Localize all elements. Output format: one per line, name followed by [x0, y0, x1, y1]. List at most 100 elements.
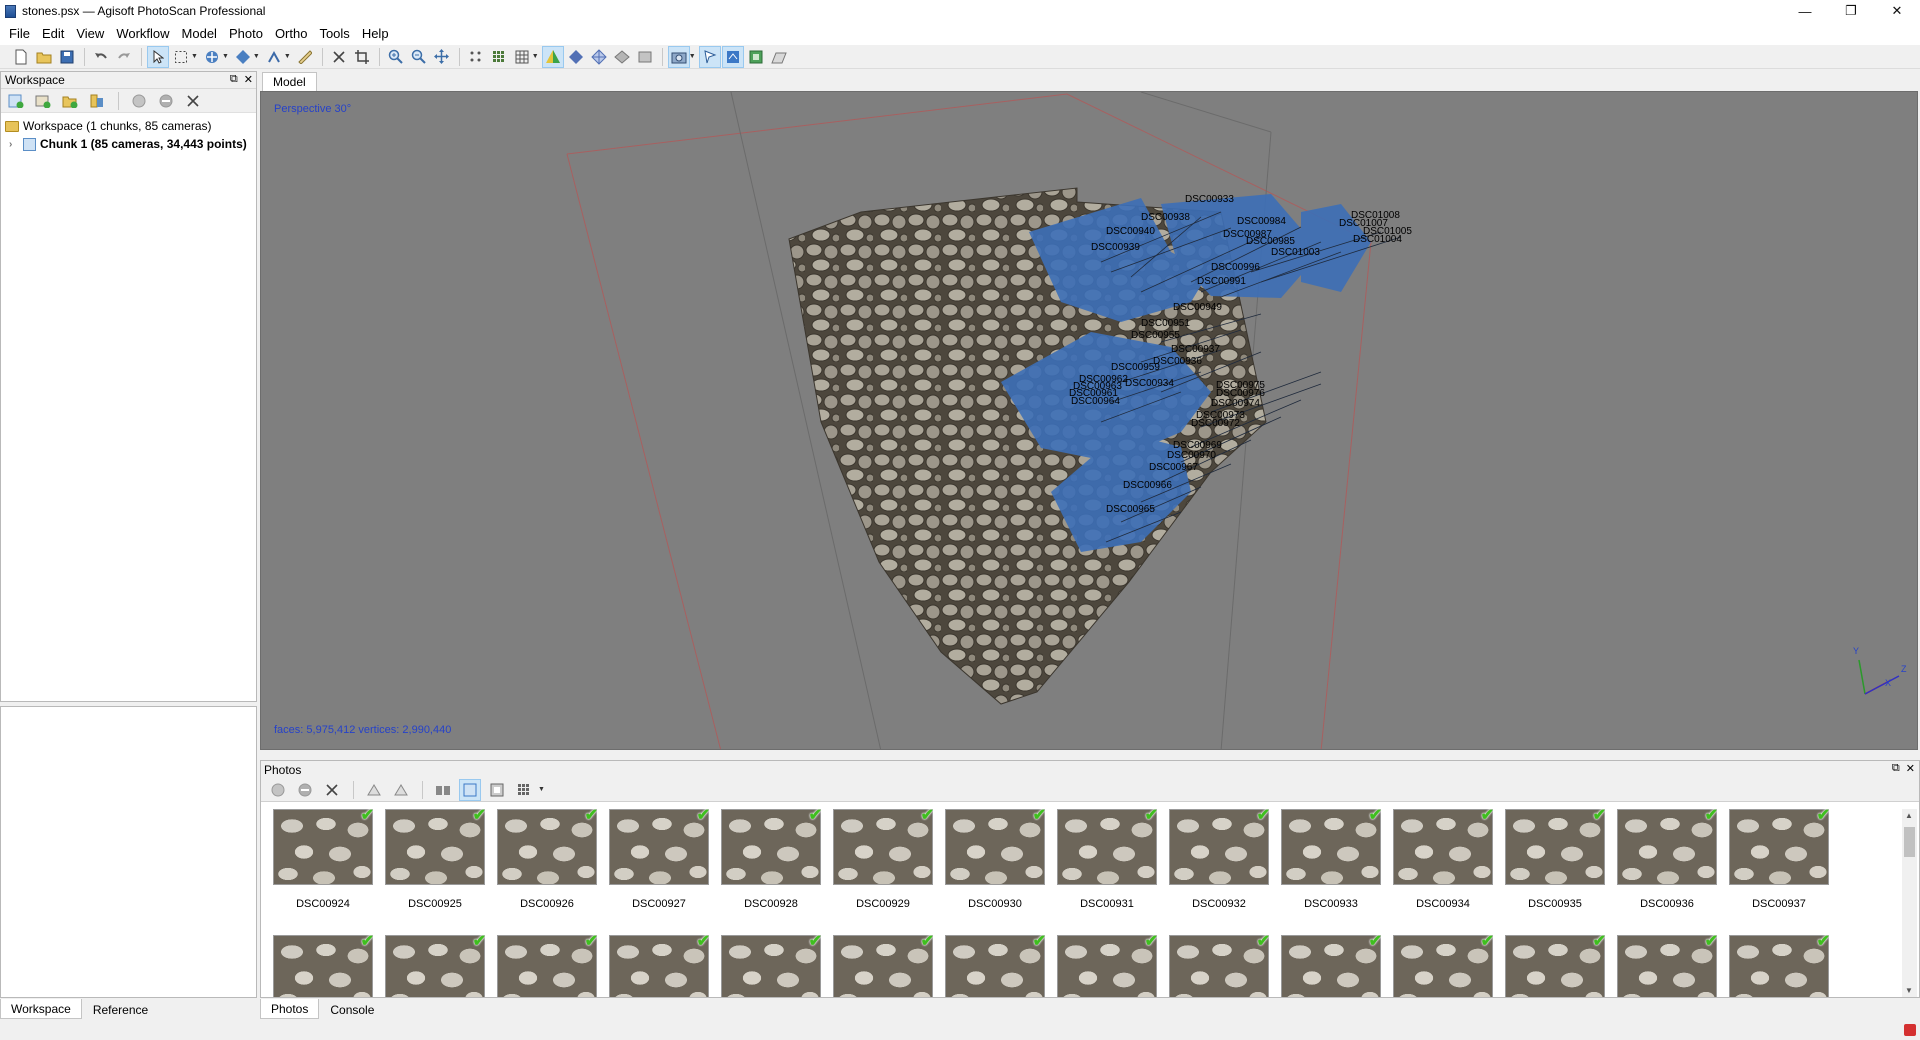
- menu-workflow[interactable]: Workflow: [110, 22, 175, 45]
- chevron-down-icon[interactable]: ▼: [532, 53, 539, 60]
- menu-edit[interactable]: Edit: [36, 22, 70, 45]
- photo-thumbnail[interactable]: ✔: [1393, 933, 1494, 997]
- photo-thumbnail[interactable]: ✔: [1729, 933, 1830, 997]
- chevron-right-icon[interactable]: ›: [9, 139, 19, 150]
- photo-thumbnail[interactable]: ✔ DSC00937: [1729, 809, 1830, 910]
- navigation-cursor-icon[interactable]: [147, 45, 169, 68]
- show-grid-icon[interactable]: [768, 46, 790, 68]
- menu-ortho[interactable]: Ortho: [269, 22, 314, 45]
- view-mode-icon[interactable]: [513, 779, 535, 801]
- close-panel-icon[interactable]: ✕: [1906, 762, 1915, 775]
- rotate-object-icon[interactable]: [232, 46, 254, 68]
- tab-workspace[interactable]: Workspace: [0, 999, 82, 1019]
- wireframe-model-icon[interactable]: [588, 46, 610, 68]
- chevron-down-icon[interactable]: ▼: [253, 53, 260, 60]
- notification-icon[interactable]: [1904, 1024, 1916, 1036]
- redo-icon[interactable]: [113, 46, 135, 68]
- show-cameras-icon[interactable]: [667, 45, 690, 68]
- photo-thumbnail[interactable]: ✔: [1505, 933, 1606, 997]
- minimize-button[interactable]: —: [1782, 0, 1828, 22]
- show-photos-icon[interactable]: [459, 778, 481, 801]
- float-panel-icon[interactable]: ⧉: [1892, 762, 1900, 775]
- rectangle-selection-icon[interactable]: [170, 46, 192, 68]
- photo-thumbnail[interactable]: ✔ DSC00924: [273, 809, 374, 910]
- scroll-up-icon[interactable]: ▲: [1905, 811, 1913, 820]
- photo-thumbnail[interactable]: ✔ DSC00936: [1617, 809, 1718, 910]
- photo-thumbnail[interactable]: ✔ DSC00926: [497, 809, 598, 910]
- new-file-icon[interactable]: [10, 46, 32, 68]
- photo-thumbnail[interactable]: ✔: [497, 933, 598, 997]
- import-chunk-icon[interactable]: [86, 90, 108, 112]
- ruler-icon[interactable]: [294, 46, 316, 68]
- filter-photos-icon[interactable]: [432, 779, 454, 801]
- rotate-left-icon[interactable]: [363, 779, 385, 801]
- tiled-model-icon[interactable]: [634, 46, 656, 68]
- point-cloud-icon[interactable]: [465, 46, 487, 68]
- photo-thumbnail[interactable]: ✔: [1057, 933, 1158, 997]
- photo-thumbnail[interactable]: ✔: [945, 933, 1046, 997]
- restore-button[interactable]: ❐: [1828, 0, 1874, 22]
- tab-reference[interactable]: Reference: [82, 999, 159, 1019]
- menu-model[interactable]: Model: [176, 22, 223, 45]
- chevron-down-icon[interactable]: ▼: [689, 53, 696, 60]
- menu-file[interactable]: File: [3, 22, 36, 45]
- model-viewport[interactable]: DSC00933 DSC00938 DSC00940 DSC00939 DSC0…: [260, 91, 1918, 750]
- shaded-model-icon[interactable]: [541, 45, 564, 68]
- undo-icon[interactable]: [90, 46, 112, 68]
- add-folder-icon[interactable]: [59, 90, 81, 112]
- delete-selection-icon[interactable]: [328, 46, 350, 68]
- tab-model[interactable]: Model: [262, 72, 317, 91]
- photo-thumbnail[interactable]: ✔ DSC00930: [945, 809, 1046, 910]
- remove-photo-icon[interactable]: [321, 779, 343, 801]
- rotate-right-icon[interactable]: [390, 779, 412, 801]
- scroll-down-icon[interactable]: ▼: [1905, 986, 1913, 995]
- photo-thumbnail[interactable]: ✔: [273, 933, 374, 997]
- tab-console[interactable]: Console: [319, 999, 385, 1019]
- photo-thumbnail[interactable]: ✔ DSC00928: [721, 809, 822, 910]
- add-chunk-icon[interactable]: [5, 90, 27, 112]
- photo-thumbnail[interactable]: ✔ DSC00931: [1057, 809, 1158, 910]
- grid-view-icon[interactable]: [511, 46, 533, 68]
- tree-item-chunk[interactable]: › Chunk 1 (85 cameras, 34,443 points): [5, 135, 256, 153]
- menu-help[interactable]: Help: [356, 22, 395, 45]
- show-shapes-icon[interactable]: [721, 45, 744, 68]
- dense-cloud-icon[interactable]: [488, 46, 510, 68]
- photo-thumbnail[interactable]: ✔ DSC00929: [833, 809, 934, 910]
- pan-icon[interactable]: [431, 46, 453, 68]
- disable-camera-icon[interactable]: [155, 90, 177, 112]
- zoom-out-icon[interactable]: [408, 46, 430, 68]
- add-photos-icon[interactable]: [32, 90, 54, 112]
- remove-item-icon[interactable]: [182, 90, 204, 112]
- menu-photo[interactable]: Photo: [223, 22, 269, 45]
- photo-thumbnail[interactable]: ✔ DSC00933: [1281, 809, 1382, 910]
- photo-thumbnail[interactable]: ✔: [385, 933, 486, 997]
- show-masks-icon[interactable]: [486, 779, 508, 801]
- enable-camera-icon[interactable]: [128, 90, 150, 112]
- photo-thumbnail[interactable]: ✔: [721, 933, 822, 997]
- move-object-icon[interactable]: [201, 46, 223, 68]
- photo-thumbnail[interactable]: ✔: [833, 933, 934, 997]
- open-folder-icon[interactable]: [33, 46, 55, 68]
- float-panel-icon[interactable]: ⧉: [230, 73, 238, 86]
- scale-object-icon[interactable]: [263, 46, 285, 68]
- chevron-down-icon[interactable]: ▼: [222, 53, 229, 60]
- tree-item-workspace[interactable]: Workspace (1 chunks, 85 cameras): [5, 117, 256, 135]
- enable-photo-icon[interactable]: [267, 779, 289, 801]
- solid-model-icon[interactable]: [565, 46, 587, 68]
- crop-selection-icon[interactable]: [351, 46, 373, 68]
- save-icon[interactable]: [56, 46, 78, 68]
- photo-thumbnail[interactable]: ✔ DSC00932: [1169, 809, 1270, 910]
- chevron-down-icon[interactable]: ▼: [284, 53, 291, 60]
- disable-photo-icon[interactable]: [294, 779, 316, 801]
- photo-thumbnail[interactable]: ✔: [1617, 933, 1718, 997]
- photo-thumbnail[interactable]: ✔ DSC00934: [1393, 809, 1494, 910]
- photo-thumbnail[interactable]: ✔ DSC00927: [609, 809, 710, 910]
- menu-view[interactable]: View: [70, 22, 110, 45]
- show-markers-icon[interactable]: [698, 45, 721, 68]
- photo-thumbnail[interactable]: ✔: [609, 933, 710, 997]
- chevron-down-icon[interactable]: ▼: [538, 786, 545, 793]
- show-region-icon[interactable]: [745, 46, 767, 68]
- close-button[interactable]: ✕: [1874, 0, 1920, 22]
- photo-thumbnail[interactable]: ✔: [1281, 933, 1382, 997]
- photos-scrollbar[interactable]: ▲ ▼: [1902, 809, 1917, 997]
